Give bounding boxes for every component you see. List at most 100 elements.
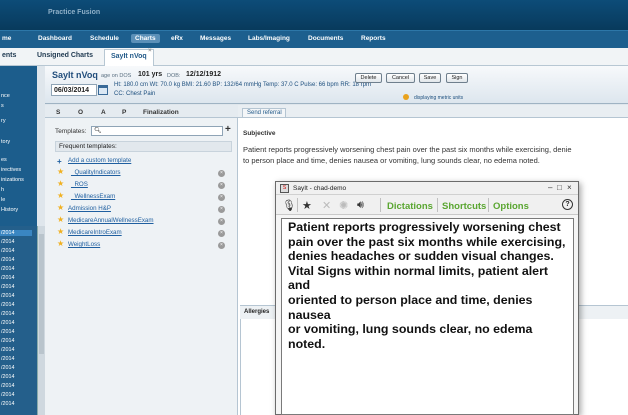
sidebar-item[interactable]: inizations bbox=[0, 177, 37, 183]
list-item[interactable]: /2014 bbox=[0, 401, 32, 407]
list-item[interactable]: /2014 bbox=[0, 392, 32, 398]
star-icon[interactable]: ★ bbox=[57, 215, 64, 224]
chart-tabs: ents Unsigned Charts SayIt nVoq × bbox=[0, 48, 628, 66]
list-item[interactable]: /2014 bbox=[0, 275, 32, 281]
template-link[interactable]: MedicareAnnualWellnessExam bbox=[68, 217, 154, 224]
list-item[interactable]: /2014 bbox=[0, 248, 32, 254]
template-link[interactable]: Admission H&P bbox=[68, 205, 111, 212]
scroll-thumb[interactable] bbox=[39, 234, 44, 354]
frequent-templates-header: Frequent templates: bbox=[55, 141, 232, 152]
template-link[interactable]: _ROS bbox=[71, 181, 88, 188]
list-item[interactable]: /2014 bbox=[0, 230, 32, 236]
tab-sayit-nvoq[interactable]: SayIt nVoq × bbox=[104, 48, 154, 66]
list-item[interactable]: /2014 bbox=[0, 347, 32, 353]
star-icon[interactable]: ★ bbox=[302, 199, 312, 212]
tab-assessment[interactable]: A bbox=[101, 109, 106, 116]
plus-icon[interactable]: + bbox=[57, 157, 62, 166]
close-icon[interactable]: × bbox=[567, 183, 572, 192]
template-link[interactable]: _WellnessExam bbox=[71, 193, 115, 200]
vitals-summary[interactable]: Ht: 180.0 cm Wt: 70.0 kg BMI: 21.60 BP: … bbox=[114, 82, 371, 88]
remove-icon[interactable]: × bbox=[218, 242, 225, 249]
list-item[interactable]: /2014 bbox=[0, 320, 32, 326]
sign-button[interactable]: Sign bbox=[446, 73, 468, 83]
options-link[interactable]: Options bbox=[493, 201, 529, 212]
save-button[interactable]: Save bbox=[419, 73, 441, 83]
date-list-scrollbar[interactable] bbox=[37, 226, 45, 415]
nav-messages[interactable]: Messages bbox=[200, 35, 231, 42]
nav-schedule[interactable]: Schedule bbox=[90, 35, 119, 42]
sidebar-item[interactable]: es bbox=[0, 157, 37, 163]
star-icon[interactable]: ★ bbox=[57, 239, 64, 248]
list-item[interactable]: /2014 bbox=[0, 293, 32, 299]
nav-charts[interactable]: Charts bbox=[131, 34, 160, 43]
remove-icon[interactable]: × bbox=[218, 194, 225, 201]
remove-icon[interactable]: × bbox=[218, 218, 225, 225]
tab-subjective[interactable]: S bbox=[56, 109, 60, 116]
nav-home[interactable]: me bbox=[2, 35, 11, 42]
list-item[interactable]: /2014 bbox=[0, 302, 32, 308]
sidebar-item[interactable]: History bbox=[0, 207, 37, 213]
speaker-icon[interactable]: 🔊︎ bbox=[357, 199, 364, 212]
list-item[interactable]: /2014 bbox=[0, 356, 32, 362]
remove-icon[interactable]: × bbox=[218, 170, 225, 177]
sidebar-item[interactable]: h bbox=[0, 187, 37, 193]
tab-objective[interactable]: O bbox=[78, 109, 83, 116]
nav-reports[interactable]: Reports bbox=[361, 35, 386, 42]
dictation-text[interactable]: Patient reports progressively worsening … bbox=[288, 220, 573, 351]
nav-dashboard[interactable]: Dashboard bbox=[38, 35, 72, 42]
add-custom-template-link[interactable]: Add a custom template bbox=[68, 157, 131, 164]
nav-documents[interactable]: Documents bbox=[308, 35, 343, 42]
calendar-icon[interactable] bbox=[98, 85, 108, 95]
add-template-button[interactable]: + bbox=[225, 124, 231, 135]
list-item[interactable]: /2014 bbox=[0, 329, 32, 335]
tab-unsigned-charts[interactable]: Unsigned Charts bbox=[37, 52, 93, 59]
list-item[interactable]: /2014 bbox=[0, 257, 32, 263]
sidebar-item[interactable]: s bbox=[0, 103, 37, 109]
list-item[interactable]: /2014 bbox=[0, 239, 32, 245]
sidebar-item[interactable]: le bbox=[0, 197, 37, 203]
nav-erx[interactable]: eRx bbox=[171, 35, 183, 42]
list-item[interactable]: /2014 bbox=[0, 266, 32, 272]
star-icon[interactable]: ★ bbox=[57, 179, 64, 188]
delete-button[interactable]: Delete bbox=[355, 73, 382, 83]
star-icon[interactable]: ★ bbox=[57, 227, 64, 236]
tab-patients[interactable]: ents bbox=[2, 52, 16, 59]
cancel-button[interactable]: Cancel bbox=[386, 73, 415, 83]
list-item[interactable]: /2014 bbox=[0, 284, 32, 290]
visit-date-field[interactable]: 06/03/2014 bbox=[51, 84, 97, 96]
template-link[interactable]: MedicareIntroExam bbox=[68, 229, 122, 236]
sidebar-item[interactable]: tory bbox=[0, 139, 37, 145]
dictations-link[interactable]: Dictations bbox=[387, 201, 433, 212]
nav-labs-imaging[interactable]: Labs/Imaging bbox=[248, 35, 290, 42]
star-icon[interactable]: ★ bbox=[57, 167, 64, 176]
sidebar-item[interactable]: irectives bbox=[0, 167, 37, 173]
template-link[interactable]: WeightLoss bbox=[68, 241, 100, 248]
remove-icon[interactable]: × bbox=[218, 230, 225, 237]
remove-icon[interactable]: × bbox=[218, 206, 225, 213]
microphone-icon[interactable]: 🎙︎ bbox=[282, 199, 296, 212]
maximize-icon[interactable]: □ bbox=[557, 183, 562, 192]
close-icon[interactable]: ✕ bbox=[322, 199, 331, 212]
patient-name[interactable]: SayIt nVoq bbox=[52, 70, 98, 80]
tab-finalization[interactable]: Finalization bbox=[143, 109, 179, 116]
list-item[interactable]: /2014 bbox=[0, 311, 32, 317]
sidebar-item[interactable]: ry bbox=[0, 118, 37, 124]
subjective-text[interactable]: Patient reports progressively worsening … bbox=[243, 144, 628, 166]
list-item[interactable]: /2014 bbox=[0, 374, 32, 380]
template-search-input[interactable]: 🔍︎ bbox=[91, 126, 223, 136]
close-icon[interactable]: × bbox=[148, 48, 152, 54]
list-item[interactable]: /2014 bbox=[0, 338, 32, 344]
help-icon[interactable]: ? bbox=[562, 199, 573, 210]
tab-plan[interactable]: P bbox=[122, 109, 126, 116]
send-referral-button[interactable]: Send referral bbox=[242, 108, 286, 118]
remove-icon[interactable]: × bbox=[218, 182, 225, 189]
list-item[interactable]: /2014 bbox=[0, 365, 32, 371]
sidebar-item[interactable]: nce bbox=[0, 93, 37, 99]
chief-complaint[interactable]: CC: Chest Pain bbox=[114, 91, 155, 97]
list-item[interactable]: /2014 bbox=[0, 383, 32, 389]
star-icon[interactable]: ★ bbox=[57, 191, 64, 200]
minimize-icon[interactable]: – bbox=[548, 183, 552, 192]
template-link[interactable]: _QualityIndicators bbox=[71, 169, 121, 176]
shortcuts-link[interactable]: Shortcuts bbox=[442, 201, 486, 212]
star-icon[interactable]: ★ bbox=[57, 203, 64, 212]
